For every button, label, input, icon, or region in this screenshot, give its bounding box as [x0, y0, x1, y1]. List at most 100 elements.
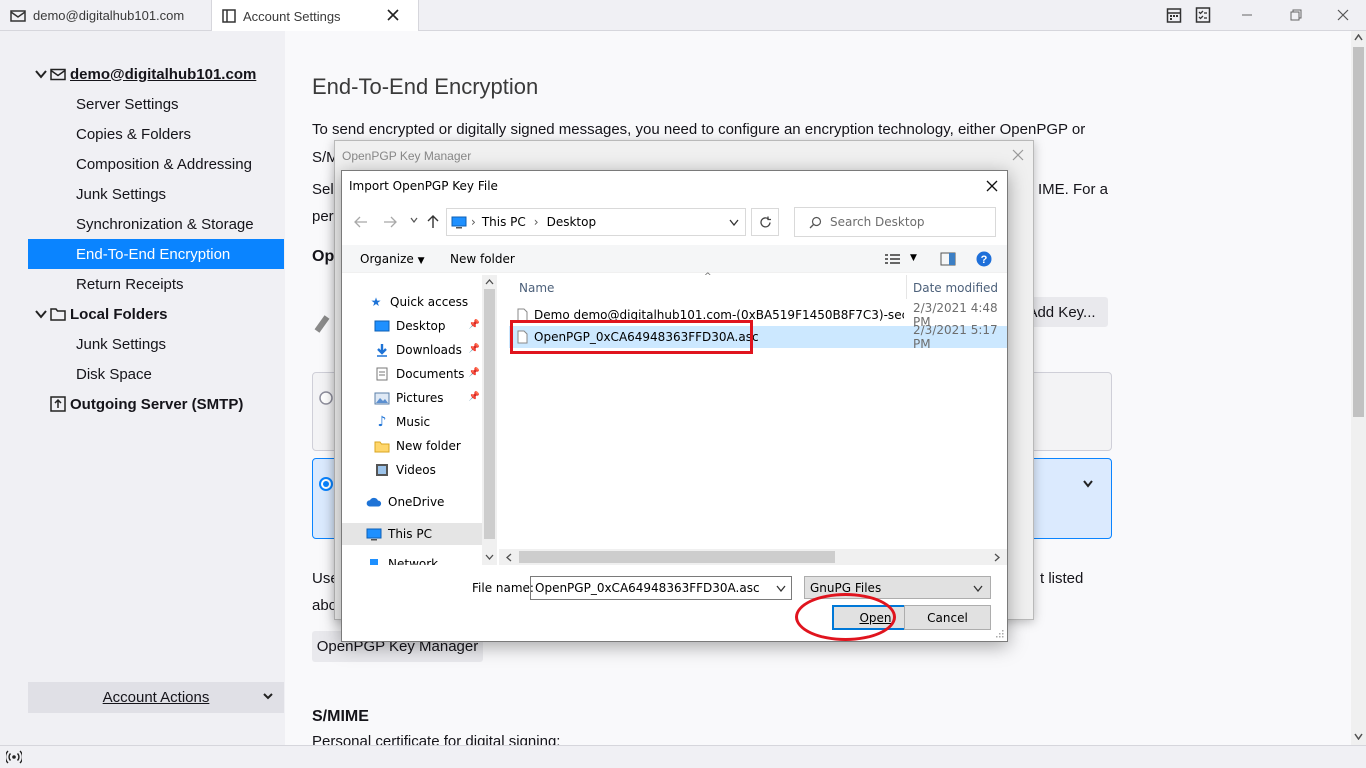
- scrollbar-thumb[interactable]: [1353, 47, 1364, 417]
- nav-new-folder[interactable]: New folder: [342, 435, 482, 457]
- nav-scrollbar[interactable]: [482, 275, 497, 565]
- sidebar-item-label: Junk Settings: [76, 185, 167, 203]
- chevron-down-icon[interactable]: [776, 585, 786, 592]
- calendar-icon[interactable]: [1166, 6, 1182, 24]
- tab-settings-label: Account Settings: [243, 8, 341, 24]
- search-box[interactable]: Search Desktop: [794, 207, 996, 237]
- chevron-down-icon[interactable]: [34, 309, 48, 319]
- sidebar-item-label: Disk Space: [76, 365, 152, 383]
- main-scrollbar[interactable]: [1351, 31, 1366, 745]
- sidebar-account[interactable]: demo@digitalhub101.com: [28, 59, 284, 89]
- nav-desktop[interactable]: Desktop 📌: [342, 315, 482, 337]
- minimize-icon[interactable]: [1241, 8, 1253, 20]
- sidebar-item-label: Copies & Folders: [76, 125, 192, 143]
- address-bar[interactable]: › This PC › Desktop: [446, 208, 746, 236]
- chevron-down-icon[interactable]: [729, 219, 739, 226]
- folder-icon: [50, 308, 66, 321]
- highlight-selected-file: [510, 320, 753, 354]
- nav-downloads[interactable]: Downloads 📌: [342, 339, 482, 361]
- online-status-icon[interactable]: [6, 750, 22, 764]
- sidebar-item-junk-settings[interactable]: Junk Settings: [28, 179, 284, 209]
- tab-mail[interactable]: demo@digitalhub101.com: [0, 0, 210, 31]
- back-arrow-icon[interactable]: [354, 216, 368, 228]
- help-icon[interactable]: ?: [976, 251, 992, 267]
- sidebar-item-local-junk[interactable]: Junk Settings: [28, 329, 284, 359]
- search-placeholder: Search Desktop: [830, 215, 925, 229]
- chevron-down-icon[interactable]: ▼: [910, 253, 917, 263]
- preview-pane-icon[interactable]: [940, 252, 956, 266]
- scroll-down-icon[interactable]: [1354, 733, 1363, 740]
- view-options-icon[interactable]: [885, 253, 901, 265]
- forward-arrow-icon[interactable]: [383, 216, 397, 228]
- file-name-value: OpenPGP_0xCA64948363FFD30A.asc: [535, 581, 760, 595]
- sidebar-outgoing-server[interactable]: Outgoing Server (SMTP): [28, 389, 284, 419]
- nav-label: Downloads: [396, 343, 462, 357]
- close-icon[interactable]: [1012, 149, 1024, 161]
- this-pc-icon: [451, 216, 467, 228]
- sidebar-local-folders[interactable]: Local Folders: [28, 299, 284, 329]
- radio-button-icon[interactable]: [319, 391, 333, 405]
- nav-this-pc[interactable]: This PC: [342, 523, 482, 545]
- cancel-button[interactable]: Cancel: [904, 605, 991, 630]
- column-header-date[interactable]: Date modified: [913, 281, 998, 295]
- nav-documents[interactable]: Documents 📌: [342, 363, 482, 385]
- breadcrumb-this-pc[interactable]: This PC: [482, 215, 526, 229]
- chevron-down-icon[interactable]: [1082, 479, 1094, 489]
- intro-text: To send encrypted or digitally signed me…: [312, 121, 1086, 138]
- star-icon: ★: [370, 295, 382, 309]
- column-divider[interactable]: [906, 275, 907, 299]
- file-hscrollbar[interactable]: [499, 549, 1007, 565]
- sidebar-item-sync-storage[interactable]: Synchronization & Storage: [28, 209, 284, 239]
- breadcrumb-desktop[interactable]: Desktop: [547, 215, 597, 229]
- tasks-icon[interactable]: [1195, 6, 1211, 24]
- sidebar-item-composition[interactable]: Composition & Addressing: [28, 149, 284, 179]
- sidebar-item-server-settings[interactable]: Server Settings: [28, 89, 284, 119]
- documents-icon: [374, 367, 390, 381]
- radio-selected-icon[interactable]: [319, 477, 333, 491]
- refresh-button[interactable]: [751, 208, 779, 236]
- file-name-input[interactable]: OpenPGP_0xCA64948363FFD30A.asc: [530, 576, 792, 600]
- sidebar-item-label: Junk Settings: [76, 335, 167, 353]
- resize-grip-icon[interactable]: [995, 629, 1004, 638]
- personal-text-fragment: per: [312, 208, 334, 225]
- sidebar-item-disk-space[interactable]: Disk Space: [28, 359, 284, 389]
- up-arrow-icon[interactable]: [427, 215, 439, 229]
- sidebar-item-return-receipts[interactable]: Return Receipts: [28, 269, 284, 299]
- nav-scrollbar-thumb[interactable]: [484, 289, 495, 539]
- sidebar-item-copies-folders[interactable]: Copies & Folders: [28, 119, 284, 149]
- scroll-down-icon[interactable]: [485, 554, 494, 560]
- tab-account-settings[interactable]: Account Settings: [211, 0, 419, 32]
- nav-label: OneDrive: [388, 495, 445, 509]
- nav-network[interactable]: Network: [342, 553, 482, 565]
- column-header-name[interactable]: Name: [519, 281, 554, 295]
- mail-icon: [50, 68, 66, 80]
- file-name-label: File name:: [472, 581, 534, 595]
- account-actions-button[interactable]: Account Actions: [28, 682, 284, 713]
- organize-button[interactable]: Organize ▼: [360, 252, 425, 266]
- close-window-icon[interactable]: [1337, 9, 1349, 21]
- new-folder-button[interactable]: New folder: [450, 252, 515, 266]
- sidebar-item-e2e-encryption[interactable]: End-To-End Encryption: [28, 239, 284, 269]
- scroll-left-icon[interactable]: [506, 553, 512, 562]
- nav-music[interactable]: ♪ Music: [342, 411, 482, 433]
- pin-icon: 📌: [468, 368, 480, 378]
- nav-quick-access[interactable]: ★ Quick access: [342, 291, 482, 313]
- chevron-down-icon: [973, 585, 983, 592]
- nav-videos[interactable]: Videos: [342, 459, 482, 481]
- nav-onedrive[interactable]: OneDrive: [342, 491, 482, 513]
- nav-pictures[interactable]: Pictures 📌: [342, 387, 482, 409]
- videos-icon: [374, 463, 390, 477]
- chevron-down-icon[interactable]: [410, 217, 418, 223]
- scroll-up-icon[interactable]: [485, 279, 494, 285]
- openpgp-heading-fragment: Op: [312, 248, 335, 265]
- this-pc-icon: [366, 527, 382, 541]
- hscrollbar-thumb[interactable]: [519, 551, 835, 563]
- chevron-down-icon[interactable]: [34, 69, 48, 79]
- scroll-right-icon[interactable]: [994, 553, 1000, 562]
- restore-icon[interactable]: [1290, 9, 1302, 21]
- close-icon[interactable]: [986, 180, 998, 192]
- pin-icon: 📌: [468, 320, 480, 330]
- close-tab-icon[interactable]: [385, 7, 401, 23]
- account-actions-label: Account Actions: [102, 689, 210, 706]
- scroll-up-icon[interactable]: [1354, 34, 1363, 41]
